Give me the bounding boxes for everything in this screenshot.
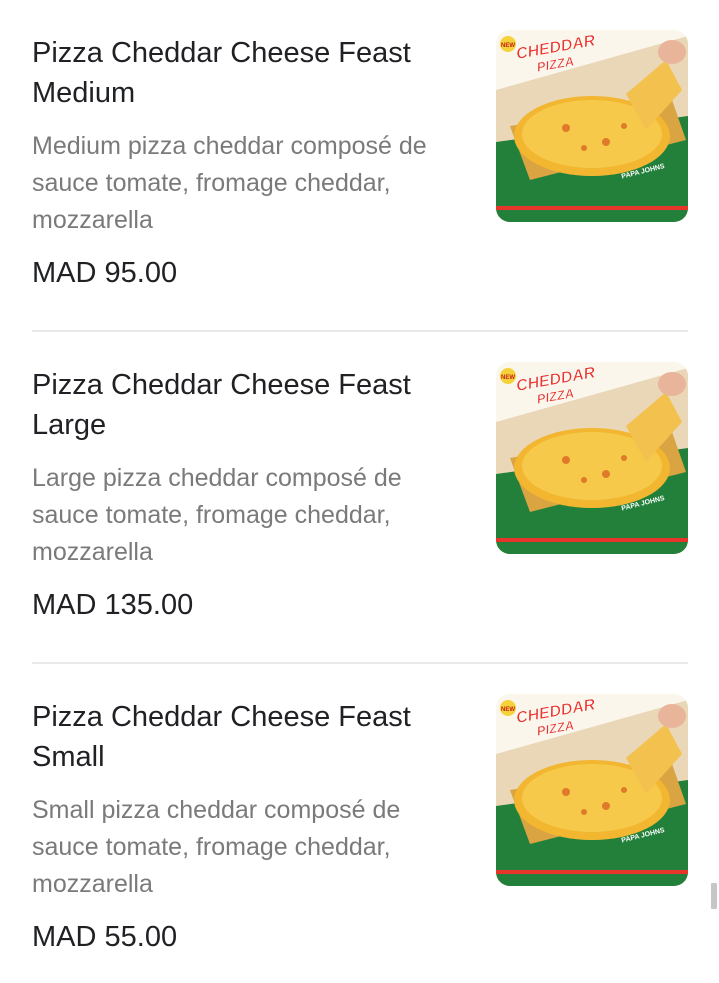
item-title: Pizza Cheddar Cheese Feast Large xyxy=(32,369,411,441)
image-badge: NEW xyxy=(501,43,515,49)
item-description: Large pizza cheddar composé de sauce tom… xyxy=(32,464,402,566)
item-price: MAD 55.00 xyxy=(32,921,178,953)
pizza-box-illustration: NEW CHEDDAR PIZZA PAPA JOHNS xyxy=(496,30,688,222)
pizza-box-illustration: NEW CHEDDAR PIZZA PAPA JOHNS xyxy=(496,694,688,886)
image-badge: NEW xyxy=(501,707,515,713)
item-description: Medium pizza cheddar composé de sauce to… xyxy=(32,132,427,234)
item-price: MAD 95.00 xyxy=(32,257,178,289)
item-price: MAD 135.00 xyxy=(32,589,194,621)
divider xyxy=(32,662,688,664)
pizza-box-illustration: NEW CHEDDAR PIZZA PAPA JOHNS xyxy=(496,362,688,554)
image-badge: NEW xyxy=(501,375,515,381)
item-title: Pizza Cheddar Cheese Feast Medium xyxy=(32,37,411,109)
item-title: Pizza Cheddar Cheese Feast Small xyxy=(32,701,411,773)
divider xyxy=(32,330,688,332)
item-description: Small pizza cheddar composé de sauce tom… xyxy=(32,796,401,898)
item-image[interactable]: NEW CHEDDAR PIZZA PAPA JOHNS xyxy=(496,694,688,886)
item-image[interactable]: NEW CHEDDAR PIZZA PAPA JOHNS xyxy=(496,362,688,554)
item-image[interactable]: NEW CHEDDAR PIZZA PAPA JOHNS xyxy=(496,30,688,222)
scrollbar-thumb[interactable] xyxy=(711,883,717,909)
